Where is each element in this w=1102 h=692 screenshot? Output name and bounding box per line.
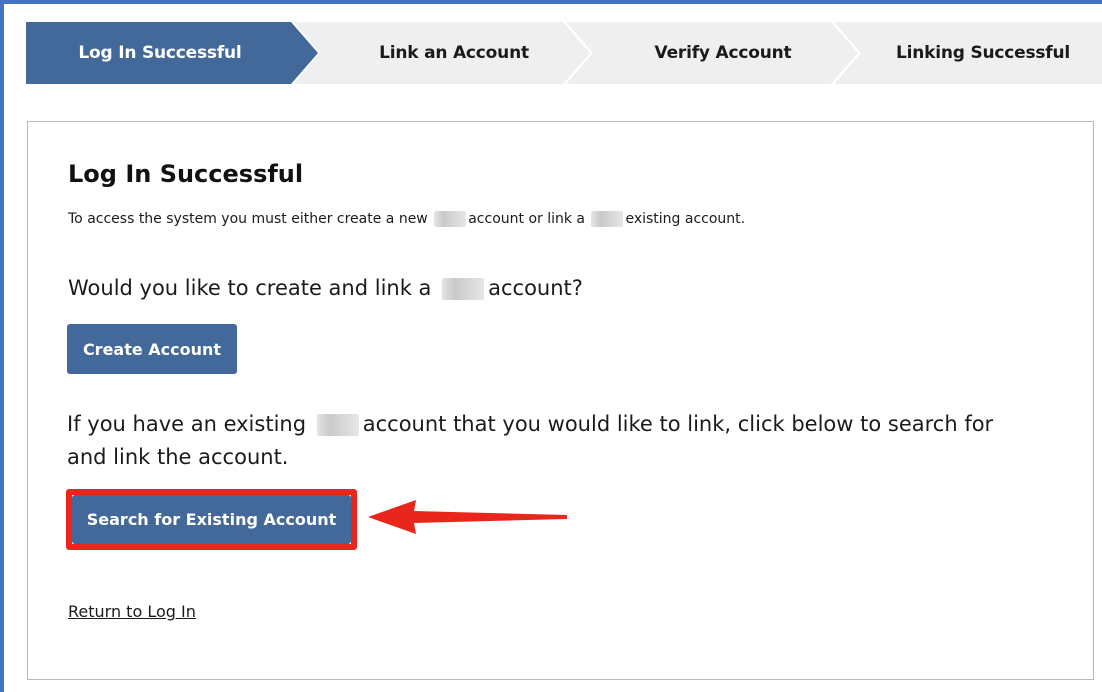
redacted-text	[591, 211, 624, 227]
redacted-text	[316, 414, 359, 436]
step-label: Verify Account	[654, 43, 792, 63]
create-account-button[interactable]: Create Account	[67, 324, 237, 374]
existing-account-text: If you have an existing account that you…	[67, 408, 1027, 474]
search-existing-account-button[interactable]: Search for Existing Account	[72, 495, 351, 544]
create-question-part1: Would you like to create and link a	[68, 276, 432, 300]
redacted-text	[434, 211, 467, 227]
page-title: Log In Successful	[68, 160, 304, 188]
existing-account-part1: If you have an existing	[67, 412, 307, 436]
step-label: Log In Successful	[78, 43, 242, 63]
step-label: Linking Successful	[895, 43, 1071, 63]
window-frame-top	[0, 0, 1102, 4]
step-link-an-account: Link an Account	[294, 22, 594, 84]
redacted-text	[442, 278, 485, 300]
create-question-part2: account?	[488, 276, 583, 300]
step-log-in-successful: Log In Successful	[26, 22, 318, 84]
intro-text-part2: account or link a	[468, 211, 586, 227]
step-linking-successful: Linking Successful	[834, 22, 1102, 84]
window-frame-left	[0, 0, 4, 692]
step-label: Link an Account	[379, 43, 529, 63]
login-success-card: Log In Successful To access the system y…	[27, 121, 1094, 680]
intro-text: To access the system you must either cre…	[68, 211, 745, 227]
annotation-arrow-icon	[368, 500, 567, 534]
intro-text-part1: To access the system you must either cre…	[68, 211, 428, 227]
progress-stepper: Log In Successful Link an Account Verify…	[26, 22, 1102, 84]
step-verify-account: Verify Account	[566, 22, 866, 84]
return-to-login-link[interactable]: Return to Log In	[68, 602, 196, 621]
intro-text-part3: existing account.	[625, 211, 746, 227]
create-question: Would you like to create and link a acco…	[68, 276, 583, 300]
